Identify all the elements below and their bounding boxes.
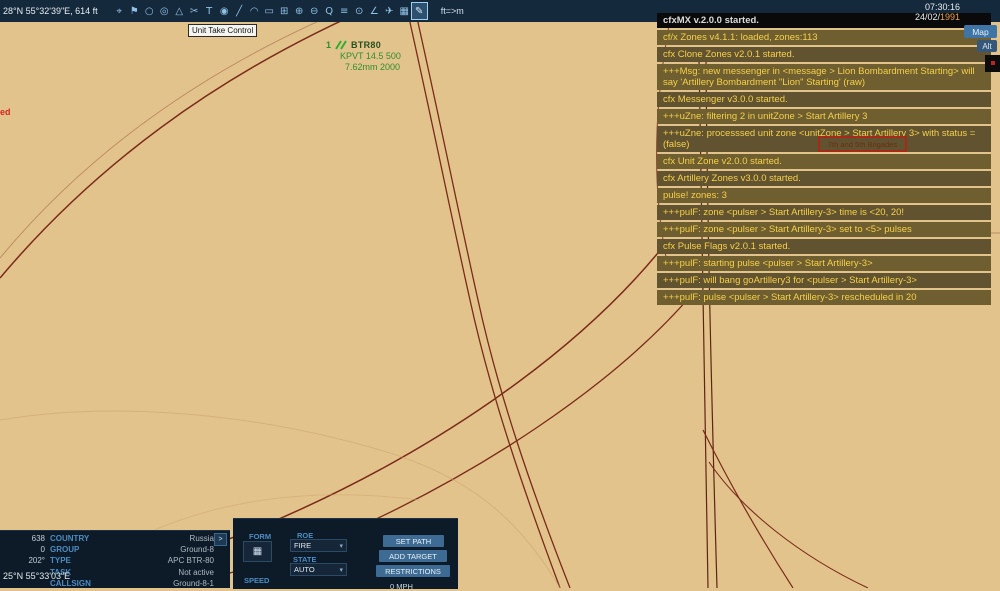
unit-conversion-toggle[interactable]: ft=>m xyxy=(441,6,464,16)
sim-clock: 07:30:16 24/02/1991 xyxy=(915,2,960,22)
roe-dropdown[interactable]: FIRE ▾ xyxy=(290,539,347,552)
message-log: cfxMX v.2.0.0 started. cf/x Zones v4.1.1… xyxy=(657,13,991,307)
flag-icon[interactable]: ⚑ xyxy=(127,3,142,19)
log-message: +++pulF: starting pulse <pulser > Start … xyxy=(657,256,991,271)
log-message: cfx Clone Zones v2.0.1 started. xyxy=(657,47,991,62)
log-message: cf/x Zones v4.1.1: loaded, zones:113 xyxy=(657,30,991,45)
roe-value: FIRE xyxy=(294,541,312,550)
tool-tooltip: Unit Take Control xyxy=(188,24,258,37)
unit-info-row: 0 GROUP Ground-8 xyxy=(0,544,230,555)
select-tool-icon[interactable]: ⌖ xyxy=(112,3,127,19)
log-message: +++pulF: pulse <pulser > Start Artillery… xyxy=(657,290,991,305)
speed-value: 0 MPH xyxy=(390,582,413,591)
line-tool-icon[interactable]: ╱ xyxy=(232,3,247,19)
unit-ammo-primary: KPVT 14.5 500 xyxy=(340,51,401,61)
map-unit-label[interactable]: 1 BTR80 KPVT 14.5 500 7.62mm 2000 xyxy=(326,39,401,72)
target-icon[interactable]: ⊙ xyxy=(352,3,367,19)
plane-icon[interactable]: ✈ xyxy=(382,3,397,19)
log-message: +++uZne: filtering 2 in unitZone > Start… xyxy=(657,109,991,124)
unit-info-row: 638 COUNTRY Russia xyxy=(0,533,230,544)
log-message: cfx Artillery Zones v3.0.0 started. xyxy=(657,171,991,186)
marker-icon[interactable]: ◉ xyxy=(217,3,232,19)
grid-icon[interactable]: ⊞ xyxy=(277,3,292,19)
unit-info-label: COUNTRY xyxy=(50,534,90,544)
unit-control-panel: FORM ▦ ROE FIRE ▾ STATE AUTO ▾ SPEED SET… xyxy=(233,518,458,591)
polygon-tool-icon[interactable]: △ xyxy=(172,3,187,19)
mouse-coordinates: 28°N 55°32'39"E, 614 ft xyxy=(3,6,98,16)
log-message: +++pulF: zone <pulser > Start Artillery-… xyxy=(657,222,991,237)
text-tool-icon[interactable]: T xyxy=(202,3,217,19)
sim-time: 07:30:16 xyxy=(924,2,960,12)
pencil-icon[interactable]: ✎ xyxy=(410,2,428,20)
log-message: +++pulF: zone <pulser > Start Artillery-… xyxy=(657,205,991,220)
unit-info-data: Not active xyxy=(178,567,214,577)
zoom-out-icon[interactable]: ⊖ xyxy=(307,3,322,19)
map-button[interactable]: Map xyxy=(964,25,997,38)
unit-info-value: 202° xyxy=(28,556,45,566)
add-target-button[interactable]: ADD TARGET xyxy=(379,550,447,562)
corner-widget-button[interactable] xyxy=(985,55,1000,72)
unit-name: BTR80 xyxy=(351,39,382,50)
formation-dropdown[interactable]: ▦ xyxy=(243,541,272,562)
restrictions-button[interactable]: RESTRICTIONS xyxy=(376,565,450,577)
chevron-down-icon: ▾ xyxy=(339,566,343,574)
unit-count: 1 xyxy=(326,39,332,50)
form-label: FORM xyxy=(249,532,272,541)
unit-info-value: 638 xyxy=(31,534,45,544)
alt-button[interactable]: Alt xyxy=(977,40,997,52)
log-message: cfx Unit Zone v2.0.0 started. xyxy=(657,154,991,169)
chevron-down-icon: ▾ xyxy=(339,542,343,550)
arc-tool-icon[interactable]: ◠ xyxy=(247,3,262,19)
search-icon[interactable]: Q xyxy=(322,3,337,19)
log-message: +++pulF: will bang goArtillery3 for <pul… xyxy=(657,273,991,288)
sim-date: 24/02/1991 xyxy=(915,12,960,22)
map-edge-label: ed xyxy=(0,107,11,117)
unit-info-data: Ground-8-1 xyxy=(173,578,214,588)
ring-tool-icon[interactable]: ◎ xyxy=(157,3,172,19)
zone-highlight-box: 7th and 5th Brigades xyxy=(818,136,907,152)
pattern-icon[interactable]: ▦ xyxy=(397,3,412,19)
log-message: +++Msg: new messenger in <message > Lion… xyxy=(657,64,991,90)
unit-info-data: Ground-8 xyxy=(180,545,214,555)
layers-icon[interactable]: ≡ xyxy=(337,3,352,19)
set-path-button[interactable]: SET PATH xyxy=(383,535,444,547)
formation-icon: ▦ xyxy=(252,546,263,557)
zone-label: 7th and 5th Brigades xyxy=(827,139,898,149)
sim-date-prefix: 24/02/ xyxy=(914,12,940,22)
log-message: cfx Messenger v3.0.0 started. xyxy=(657,92,991,107)
zoom-in-icon[interactable]: ⊕ xyxy=(292,3,307,19)
log-message: cfx Pulse Flags v2.0.1 started. xyxy=(657,239,991,254)
scissors-icon[interactable]: ✂ xyxy=(187,3,202,19)
unit-info-label: GROUP xyxy=(50,545,80,555)
rect-tool-icon[interactable]: ▭ xyxy=(262,3,277,19)
state-dropdown[interactable]: AUTO ▾ xyxy=(290,563,347,576)
unit-ammo-secondary: 7.62mm 2000 xyxy=(345,61,401,72)
sim-date-year: 1991 xyxy=(939,12,960,22)
state-value: AUTO xyxy=(294,565,315,574)
cursor-coordinates: 25°N 55°33'03"E xyxy=(3,571,71,581)
angle-icon[interactable]: ∠ xyxy=(367,3,382,19)
apc-icon[interactable] xyxy=(334,39,348,51)
log-message: pulse! zones: 3 xyxy=(657,188,991,203)
unit-info-data: APC BTR-80 xyxy=(167,556,214,566)
unit-info-row: 202° TYPE APC BTR-80 xyxy=(0,555,230,566)
speed-label: SPEED xyxy=(244,576,270,585)
panel-expand-button[interactable]: > xyxy=(214,533,227,546)
unit-info-value: 0 xyxy=(40,545,45,555)
unit-info-label: TYPE xyxy=(50,556,71,566)
map-tools: ⌖ ⚑ ○ ◎ △ ✂ T ◉ ╱ ◠ ▭ ⊞ ⊕ ⊖ Q ≡ ⊙ ∠ ✈ ▦ … xyxy=(112,2,428,20)
record-dot-icon xyxy=(990,61,995,65)
circle-tool-icon[interactable]: ○ xyxy=(142,3,157,19)
